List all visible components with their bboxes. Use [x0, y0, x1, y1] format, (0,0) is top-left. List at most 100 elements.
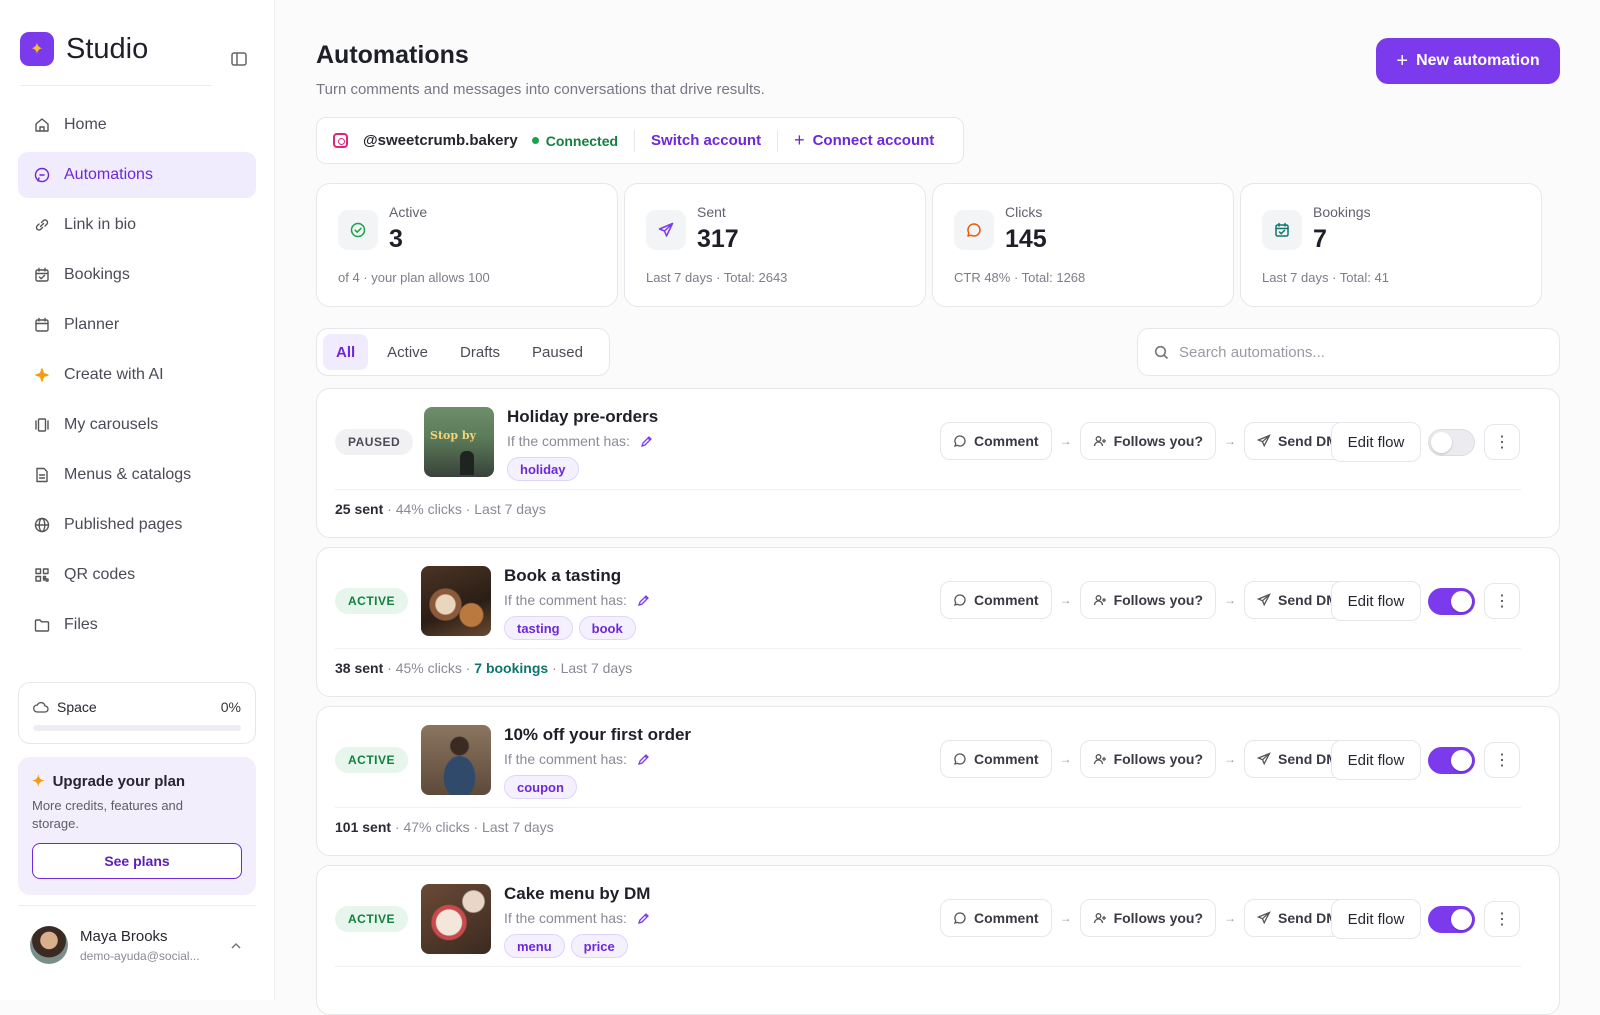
- edit-flow-button[interactable]: Edit flow: [1331, 422, 1421, 462]
- stat-subtext: Last 7 days · Total: 2643: [646, 270, 788, 285]
- switch-account-link[interactable]: Switch account: [651, 132, 761, 149]
- pencil-icon[interactable]: [637, 753, 650, 766]
- filter-tabs: All Active Drafts Paused: [316, 328, 610, 376]
- sidebar-item-label: Bookings: [64, 266, 130, 283]
- flow-step-condition[interactable]: Follows you?: [1079, 581, 1217, 619]
- connect-account-link[interactable]: + Connect account: [794, 130, 934, 151]
- stat-value: 317: [697, 225, 739, 253]
- enable-toggle[interactable]: [1428, 429, 1475, 456]
- main-content: Automations Turn comments and messages i…: [275, 0, 1600, 1015]
- flow-step-condition[interactable]: Follows you?: [1079, 422, 1217, 460]
- user-profile[interactable]: Maya Brooks demo-ayuda@social...: [30, 926, 200, 964]
- flow-step-condition[interactable]: Follows you?: [1079, 899, 1217, 937]
- more-options-icon[interactable]: ⋮: [1484, 424, 1520, 460]
- keyword-tags: coupon: [504, 775, 577, 799]
- divider: [335, 489, 1521, 490]
- flow-step-trigger[interactable]: Comment: [940, 581, 1052, 619]
- edit-flow-button[interactable]: Edit flow: [1331, 899, 1421, 939]
- automation-thumbnail: Stop by: [424, 407, 494, 477]
- automation-card[interactable]: ACTIVE Book a tasting If the comment has: t…: [316, 547, 1560, 697]
- automation-title[interactable]: Book a tasting: [504, 566, 621, 586]
- send-icon: [1257, 593, 1271, 607]
- calendar-check-icon: [35, 267, 49, 282]
- search-input[interactable]: [1179, 343, 1539, 361]
- bookings-count[interactable]: 7 bookings: [474, 660, 548, 676]
- sidebar-nav: Home Automations Link in bio Bookings Planne…: [18, 102, 256, 652]
- sparkle-icon: ✦: [32, 773, 45, 790]
- automation-card[interactable]: ACTIVE 10% off your first order If the com…: [316, 706, 1560, 856]
- pencil-icon[interactable]: [637, 912, 650, 925]
- user-plus-icon: [1093, 436, 1106, 447]
- pencil-icon[interactable]: [640, 435, 653, 448]
- tab-active[interactable]: Active: [374, 334, 441, 370]
- more-options-icon[interactable]: ⋮: [1484, 901, 1520, 937]
- keyword-tag[interactable]: price: [570, 934, 628, 958]
- sidebar-item-label: Link in bio: [64, 216, 137, 233]
- automation-card[interactable]: PAUSED Stop by Holiday pre-orders If the co…: [316, 388, 1560, 538]
- keyword-tags: menu price: [504, 934, 628, 958]
- sidebar-item-files[interactable]: Files: [18, 602, 256, 648]
- tab-paused[interactable]: Paused: [519, 334, 596, 370]
- edit-flow-button[interactable]: Edit flow: [1331, 740, 1421, 780]
- keyword-tag[interactable]: menu: [504, 934, 565, 958]
- status-dot: [531, 137, 539, 144]
- enable-toggle[interactable]: [1428, 906, 1475, 933]
- sidebar-item-menus-catalogs[interactable]: Menus & catalogs: [18, 452, 256, 498]
- edit-flow-button[interactable]: Edit flow: [1331, 581, 1421, 621]
- sidebar-item-home[interactable]: Home: [18, 102, 256, 148]
- chevron-up-icon[interactable]: [230, 940, 242, 952]
- automation-title[interactable]: Cake menu by DM: [504, 884, 650, 904]
- sidebar-item-my-carousels[interactable]: My carousels: [18, 402, 256, 448]
- enable-toggle[interactable]: [1428, 588, 1475, 615]
- keyword-tag[interactable]: coupon: [504, 775, 577, 799]
- sidebar-item-automations[interactable]: Automations: [18, 152, 256, 198]
- sidebar-item-bookings[interactable]: Bookings: [18, 252, 256, 298]
- see-plans-button[interactable]: See plans: [32, 843, 242, 879]
- sent-count: 38 sent: [335, 660, 384, 676]
- tab-all[interactable]: All: [323, 334, 369, 370]
- more-options-icon[interactable]: ⋮: [1484, 583, 1520, 619]
- user-name: Maya Brooks: [80, 927, 168, 945]
- sidebar-item-link-in-bio[interactable]: Link in bio: [18, 202, 256, 248]
- flow-step-trigger[interactable]: Comment: [940, 740, 1052, 778]
- keyword-tag[interactable]: book: [578, 616, 636, 640]
- flow-step-condition[interactable]: Follows you?: [1079, 740, 1217, 778]
- connection-status: Connected: [545, 132, 619, 149]
- sidebar-item-label: Create with AI: [64, 366, 164, 383]
- tab-drafts[interactable]: Drafts: [447, 334, 513, 370]
- automation-title[interactable]: 10% off your first order: [504, 725, 691, 745]
- card-stats: · 45% clicks ·: [383, 660, 475, 676]
- sidebar-item-published-pages[interactable]: Published pages: [18, 502, 256, 548]
- sent-count: 101 sent: [335, 819, 392, 835]
- flow-steps: Comment → Follows you? → Send DM: [940, 740, 1351, 778]
- flow-step-trigger[interactable]: Comment: [940, 899, 1052, 937]
- automation-title[interactable]: Holiday pre-orders: [507, 407, 658, 427]
- send-icon: [1257, 752, 1271, 766]
- account-handle: @sweetcrumb.bakery: [363, 132, 518, 149]
- card-stats: · 44% clicks · Last 7 days: [383, 501, 546, 517]
- instagram-icon: [333, 133, 348, 148]
- status-badge: ACTIVE: [335, 588, 409, 614]
- sidebar-toggle-icon[interactable]: [230, 50, 248, 68]
- link-icon: [35, 219, 49, 231]
- sidebar-item-planner[interactable]: Planner: [18, 302, 256, 348]
- keyword-tag[interactable]: holiday: [507, 457, 579, 481]
- enable-toggle[interactable]: [1428, 747, 1475, 774]
- page-subtitle: Turn comments and messages into conversa…: [316, 81, 765, 98]
- search-box[interactable]: [1137, 328, 1560, 376]
- more-options-icon[interactable]: ⋮: [1484, 742, 1520, 778]
- arrow-right-icon: →: [1059, 911, 1072, 925]
- keyword-tag[interactable]: tasting: [504, 616, 573, 640]
- document-icon: [36, 467, 48, 483]
- sidebar-item-create-with-ai[interactable]: Create with AI: [18, 352, 256, 398]
- divider: [335, 807, 1521, 808]
- pencil-icon[interactable]: [637, 594, 650, 607]
- brand[interactable]: ✦ Studio: [20, 32, 148, 66]
- comment-icon: [954, 753, 966, 765]
- new-automation-button[interactable]: + New automation: [1376, 38, 1560, 84]
- calendar-icon: [35, 317, 49, 332]
- condition-label: If the comment has:: [504, 751, 627, 767]
- automation-card[interactable]: ACTIVE Cake menu by DM If the comment has:…: [316, 865, 1560, 1015]
- flow-step-trigger[interactable]: Comment: [940, 422, 1052, 460]
- sidebar-item-qr-codes[interactable]: QR codes: [18, 552, 256, 598]
